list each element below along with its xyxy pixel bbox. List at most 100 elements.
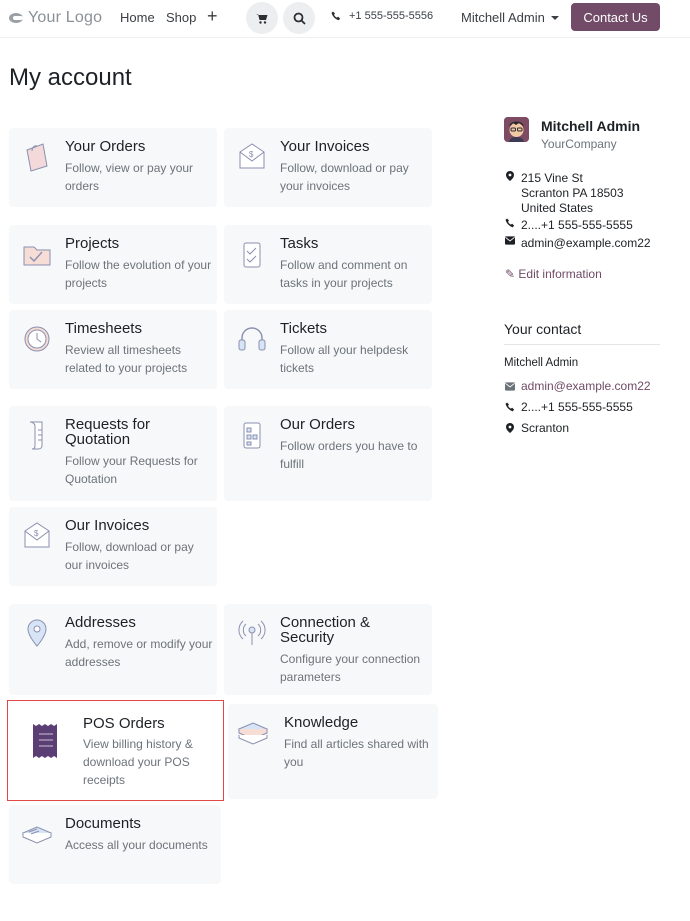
card-title: Connection & Security <box>280 614 371 646</box>
card-description: Follow, download or pay our invoices <box>65 540 194 572</box>
cart-button[interactable] <box>246 2 278 34</box>
profile-company: YourCompany <box>541 137 617 151</box>
clipboard-check-icon <box>243 242 261 268</box>
your-contact-heading: Your contact <box>504 321 582 337</box>
contact-email-text: admin@example.com22 <box>521 379 651 393</box>
card-description: Access all your documents <box>65 838 208 852</box>
card-our-orders[interactable]: Our Orders Follow orders you have to ful… <box>224 406 432 501</box>
map-pin-icon <box>27 619 47 647</box>
cart-icon <box>256 13 268 24</box>
card-description: Find all articles shared with you <box>284 737 429 769</box>
contact-city: Scranton <box>505 421 569 435</box>
card-projects[interactable]: Projects Follow the evolution of your pr… <box>9 225 217 304</box>
card-your-invoices[interactable]: $ Your Invoices Follow, download or pay … <box>224 128 432 207</box>
nav-home[interactable]: Home <box>120 10 155 25</box>
card-title: Requests for Quotation <box>65 416 151 448</box>
avatar <box>504 117 529 142</box>
checklist-icon <box>243 422 261 449</box>
envelope-icon <box>505 381 515 391</box>
profile-email: admin@example.com22 <box>505 236 651 251</box>
card-description: Follow all your helpdesk tickets <box>280 343 409 375</box>
shopping-bag-icon <box>26 143 48 172</box>
address-lines: 215 Vine St Scranton PA 18503 United Sta… <box>521 171 624 216</box>
address-line-2: Scranton PA 18503 <box>521 186 624 200</box>
contact-name: Mitchell Admin <box>504 357 579 369</box>
card-title: Tickets <box>280 320 327 337</box>
address-line-1: 215 Vine St <box>521 171 583 185</box>
map-marker-icon <box>505 423 515 433</box>
phone-icon <box>331 11 341 21</box>
nav-shop[interactable]: Shop <box>166 10 196 25</box>
books-icon <box>237 722 269 745</box>
pencil-icon: ✎ <box>505 267 516 281</box>
antenna-icon <box>238 620 266 645</box>
card-our-invoices[interactable]: $ Our Invoices Follow, download or pay o… <box>9 507 217 586</box>
documents-icon <box>21 826 53 844</box>
map-marker-icon <box>505 171 515 181</box>
card-title: Our Orders <box>280 416 356 433</box>
contact-email-link[interactable]: admin@example.com22 <box>505 379 651 393</box>
search-icon <box>293 12 306 25</box>
card-connection-security[interactable]: Connection & Security Configure your con… <box>224 604 432 695</box>
contact-phone-text: 2....+1 555-555-5555 <box>521 400 633 414</box>
headset-icon <box>238 327 266 351</box>
user-dropdown[interactable]: Mitchell Admin <box>461 10 559 25</box>
profile-phone: 2....+1 555-555-5555 <box>505 218 633 233</box>
contact-us-button[interactable]: Contact Us <box>571 3 660 31</box>
card-description: Configure your connection parameters <box>280 652 421 684</box>
card-addresses[interactable]: Addresses Add, remove or modify your add… <box>9 604 217 695</box>
logo[interactable]: Your Logo <box>9 9 102 27</box>
svg-text:$: $ <box>249 150 254 159</box>
logo-icon <box>9 11 25 25</box>
header-phone-text: +1 555-555-5556 <box>349 10 434 22</box>
phone-icon <box>505 218 515 228</box>
invoice-envelope-icon: $ <box>24 522 50 548</box>
card-description: Follow, view or pay your orders <box>65 161 194 193</box>
card-description: Review all timesheets related to your pr… <box>65 343 188 375</box>
card-title: Your Invoices <box>280 138 370 155</box>
card-tasks[interactable]: Tasks Follow and comment on tasks in you… <box>224 225 432 304</box>
card-requests-for-quotation[interactable]: Requests for Quotation Follow your Reque… <box>9 406 217 501</box>
card-title: Documents <box>65 815 141 832</box>
card-your-orders[interactable]: Your Orders Follow, view or pay your ord… <box>9 128 217 207</box>
nav-more-plus[interactable]: + <box>207 6 218 27</box>
top-navbar: Your Logo Home Shop + +1 555-555-5556 Mi… <box>0 0 690 38</box>
page-title: My account <box>9 64 132 91</box>
envelope-icon <box>505 236 515 245</box>
card-title: Addresses <box>65 614 136 631</box>
contact-phone: 2....+1 555-555-5555 <box>505 400 633 414</box>
card-timesheets[interactable]: Timesheets Review all timesheets related… <box>9 310 217 389</box>
card-description: Add, remove or modify your addresses <box>65 637 213 669</box>
search-button[interactable] <box>283 2 315 34</box>
address-line-3: United States <box>521 201 594 215</box>
scroll-icon <box>29 421 43 450</box>
card-tickets[interactable]: Tickets Follow all your helpdesk tickets <box>224 310 432 389</box>
card-description: Follow orders you have to fulfill <box>280 439 418 471</box>
folder-check-icon <box>23 246 51 266</box>
card-title: Knowledge <box>284 714 359 731</box>
card-title: Timesheets <box>65 320 142 337</box>
contact-city-text: Scranton <box>521 421 570 435</box>
card-documents[interactable]: Documents Access all your documents <box>9 805 221 884</box>
edit-information-link[interactable]: ✎ Edit information <box>505 267 602 281</box>
card-description: Follow your Requests for Quotation <box>65 454 198 486</box>
card-title: Projects <box>65 235 120 252</box>
caret-down-icon <box>550 15 559 20</box>
selection-highlight <box>7 700 224 801</box>
card-title: Our Invoices <box>65 517 150 534</box>
profile-address: 215 Vine St Scranton PA 18503 United Sta… <box>505 171 624 216</box>
card-title: Your Orders <box>65 138 146 155</box>
divider <box>504 344 660 345</box>
card-knowledge[interactable]: Knowledge Find all articles shared with … <box>228 704 438 799</box>
card-description: Follow, download or pay your invoices <box>280 161 409 193</box>
profile-name: Mitchell Admin <box>541 118 641 134</box>
clock-icon <box>24 326 50 352</box>
user-name: Mitchell Admin <box>461 10 545 25</box>
edit-information-label: Edit information <box>518 267 602 281</box>
header-phone-link[interactable]: +1 555-555-5556 <box>331 10 433 22</box>
invoice-envelope-icon: $ <box>239 143 265 169</box>
logo-text: Your Logo <box>28 9 103 26</box>
phone-icon <box>505 402 515 412</box>
card-title: Tasks <box>280 235 319 252</box>
profile-phone-text: 2....+1 555-555-5555 <box>521 218 633 232</box>
